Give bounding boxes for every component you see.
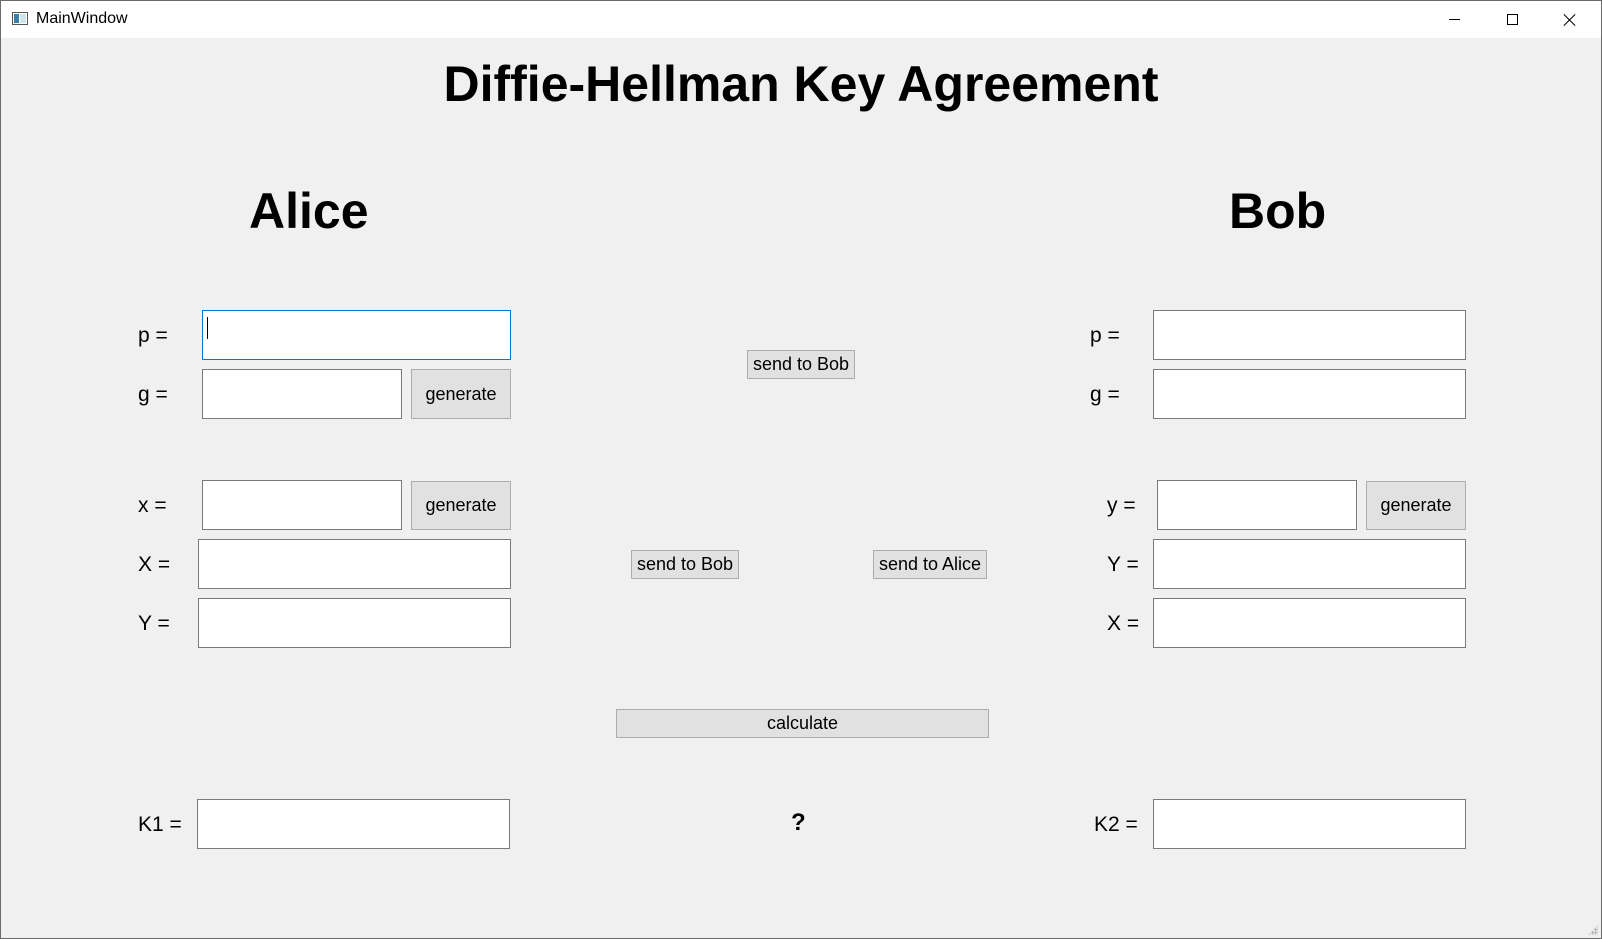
bob-Y-input[interactable] (1153, 539, 1466, 589)
bob-y-label: y = (1107, 494, 1136, 517)
alice-heading: Alice (249, 183, 369, 239)
maximize-button[interactable] (1483, 1, 1541, 38)
alice-Y-input[interactable] (198, 598, 511, 648)
bob-g-input[interactable] (1153, 369, 1466, 419)
alice-g-label: g = (138, 383, 168, 406)
bob-p-label: p = (1090, 324, 1120, 347)
maximize-icon (1506, 14, 1518, 25)
bob-X-input[interactable] (1153, 598, 1466, 648)
close-button[interactable] (1541, 1, 1599, 38)
alice-g-input[interactable] (202, 369, 402, 419)
bob-generate-y-button[interactable]: generate (1366, 481, 1466, 530)
bob-X-label: X = (1107, 612, 1140, 635)
alice-k1-label: K1 = (138, 813, 182, 836)
calculate-button[interactable]: calculate (616, 709, 989, 738)
minimize-icon (1448, 19, 1460, 20)
main-window: MainWindow Diffie-Hellman Key Agreement … (0, 0, 1602, 939)
bob-heading: Bob (1229, 183, 1327, 239)
bob-Y-label: Y = (1107, 553, 1139, 576)
title-bar[interactable]: MainWindow (1, 1, 1601, 38)
text-cursor (207, 317, 208, 339)
bob-k2-output[interactable] (1153, 799, 1466, 849)
send-p-g-to-bob-button[interactable]: send to Bob (747, 350, 855, 379)
minimize-button[interactable] (1425, 1, 1483, 38)
key-compare-symbol: ? (791, 809, 806, 836)
send-X-to-bob-button[interactable]: send to Bob (631, 550, 739, 579)
alice-p-label: p = (138, 324, 168, 347)
window-title: MainWindow (36, 10, 128, 27)
alice-X-input[interactable] (198, 539, 511, 589)
alice-k1-output[interactable] (197, 799, 510, 849)
bob-k2-label: K2 = (1094, 813, 1138, 836)
alice-x-label: x = (138, 494, 167, 517)
close-icon (1563, 13, 1577, 27)
send-Y-to-alice-button[interactable]: send to Alice (873, 550, 987, 579)
alice-generate-x-button[interactable]: generate (411, 481, 511, 530)
alice-p-input[interactable] (202, 310, 511, 360)
alice-generate-g-button[interactable]: generate (411, 369, 511, 419)
bob-y-input[interactable] (1157, 480, 1357, 530)
page-title: Diffie-Hellman Key Agreement (443, 56, 1159, 112)
alice-X-label: X = (138, 553, 171, 576)
bob-g-label: g = (1090, 383, 1120, 406)
resize-grip-icon[interactable] (1588, 925, 1598, 935)
bob-p-input[interactable] (1153, 310, 1466, 360)
alice-Y-label: Y = (138, 612, 170, 635)
alice-x-input[interactable] (202, 480, 402, 530)
app-window-icon (12, 12, 28, 25)
